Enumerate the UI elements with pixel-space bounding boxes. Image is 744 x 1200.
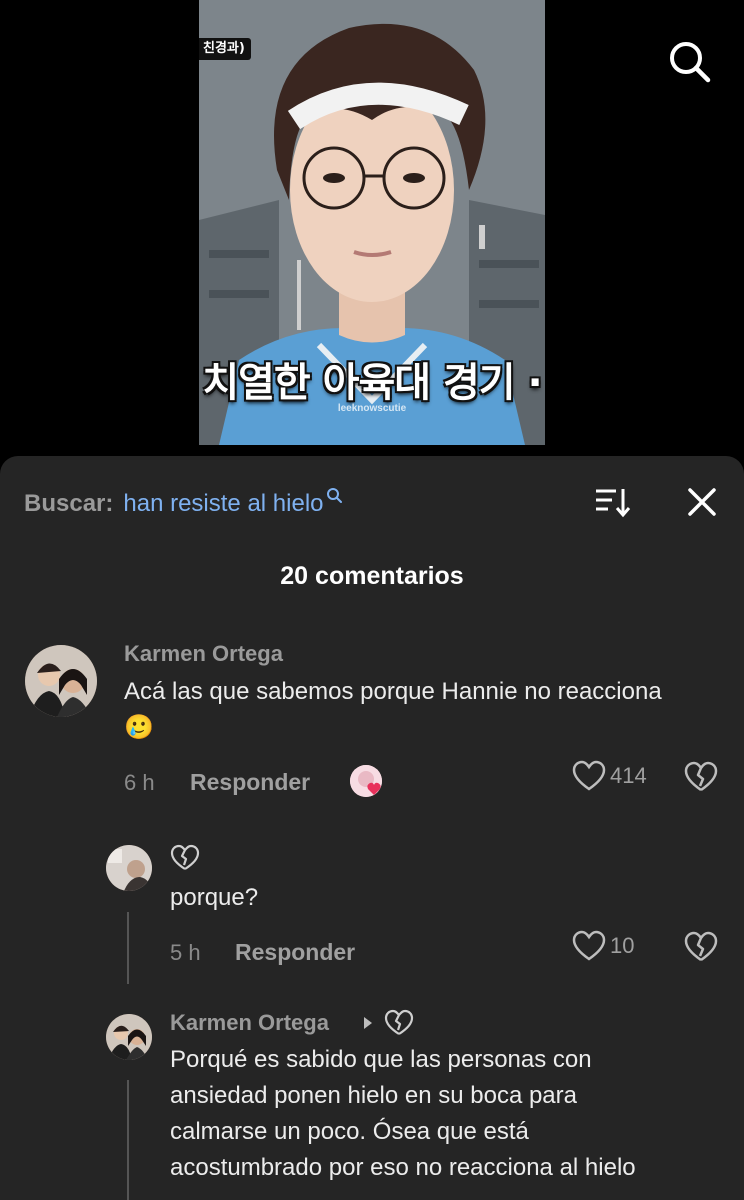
search-icon[interactable] xyxy=(664,36,714,86)
comment-author[interactable]: Karmen Ortega xyxy=(124,641,283,667)
reply-text-line: Porqué es sabido que las personas con xyxy=(170,1046,592,1073)
avatar[interactable] xyxy=(106,1014,152,1060)
reply-text-line: acostumbrado por eso no reacciona al hie… xyxy=(170,1154,636,1181)
app-screen: 친경과) 치열한 아육대 경기 · leeknowscutie Buscar: … xyxy=(0,0,744,1200)
reply-text-line: calmarse un poco. Ósea que está xyxy=(170,1118,529,1145)
reply-text: porque? xyxy=(170,884,259,911)
sort-icon[interactable] xyxy=(594,486,632,518)
broken-heart-icon xyxy=(170,844,200,872)
creator-liked-avatar xyxy=(350,765,382,797)
comment-text-line: Acá las que sabemos porque Hannie no rea… xyxy=(124,678,662,705)
like-button[interactable]: 414 xyxy=(572,760,647,792)
reply-text: Porqué es sabido que las personas con an… xyxy=(170,1042,730,1186)
close-icon[interactable] xyxy=(684,484,720,520)
broken-heart-icon[interactable] xyxy=(684,760,718,794)
video-caption: 치열한 아육대 경기 · xyxy=(202,360,542,406)
reply-button[interactable]: Responder xyxy=(190,769,310,796)
search-label: Buscar: xyxy=(24,490,114,517)
video-watermark: leeknowscutie xyxy=(337,403,407,414)
video-overlay-tag: 친경과) xyxy=(199,38,251,60)
comment-text: Acá las que sabemos porque Hannie no rea… xyxy=(124,674,724,746)
avatar[interactable] xyxy=(25,645,97,717)
heart-icon xyxy=(572,930,606,961)
broken-heart-icon[interactable] xyxy=(684,930,718,964)
comment-time: 6 h xyxy=(124,770,155,795)
search-query-link[interactable]: han resiste al hielo xyxy=(123,490,323,518)
like-count: 414 xyxy=(610,763,647,788)
comment-search-bar[interactable]: Buscar: han resiste al hielo xyxy=(24,484,342,524)
like-count: 10 xyxy=(610,933,635,958)
like-button[interactable]: 10 xyxy=(572,930,634,962)
comment-emoji: 🥲 xyxy=(124,714,154,741)
thread-line xyxy=(127,912,129,984)
search-icon xyxy=(326,482,342,510)
video-player[interactable]: 친경과) 치열한 아육대 경기 · leeknowscutie xyxy=(199,0,545,445)
avatar[interactable] xyxy=(106,845,152,891)
reply-text-line: ansiedad ponen hielo en su boca para xyxy=(170,1082,577,1109)
thread-line xyxy=(127,1080,129,1200)
heart-icon xyxy=(572,760,606,791)
reply-author[interactable]: Karmen Ortega xyxy=(170,1010,329,1036)
reply-button[interactable]: Responder xyxy=(235,939,355,966)
reply-time: 5 h xyxy=(170,940,201,965)
caret-right-icon xyxy=(362,1015,374,1031)
broken-heart-icon xyxy=(384,1009,414,1037)
comments-count-title: 20 comentarios xyxy=(280,562,464,590)
